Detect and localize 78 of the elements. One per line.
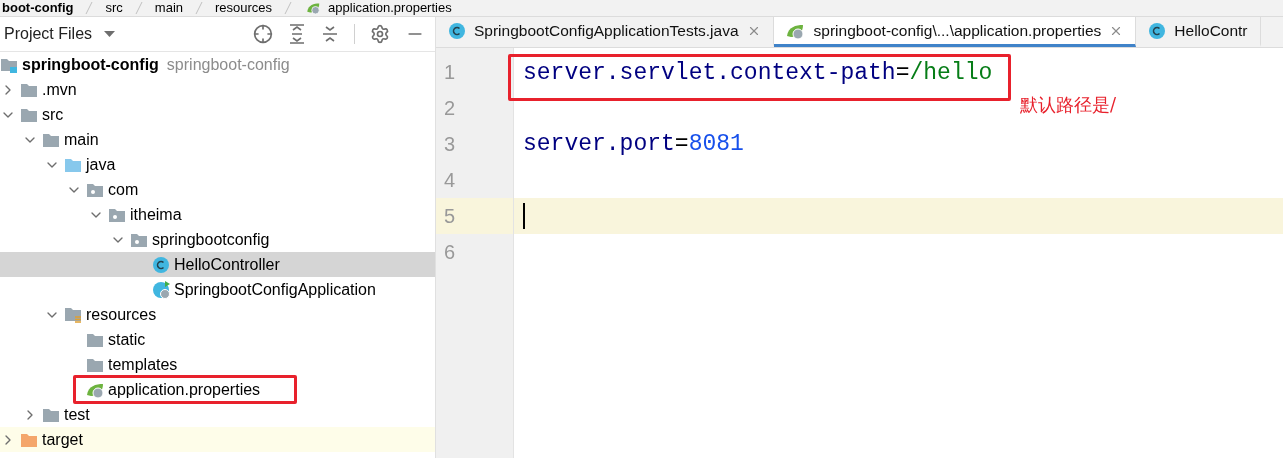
code-line: server.servlet.context-path=/hello xyxy=(523,59,993,87)
separator-icon xyxy=(85,2,94,14)
tree-item[interactable]: .mvn xyxy=(0,77,435,102)
breadcrumb-item[interactable]: main xyxy=(154,0,183,16)
line-number: 1 xyxy=(444,60,456,85)
tree-item-label: src xyxy=(42,104,64,125)
package-icon xyxy=(130,231,148,248)
line-number: 6 xyxy=(444,240,456,265)
tree-item[interactable]: src xyxy=(0,102,435,127)
class-icon xyxy=(448,21,466,40)
package-icon xyxy=(86,181,104,198)
tree-item[interactable]: application.properties xyxy=(0,377,435,402)
tree-item-label: springbootconfig xyxy=(152,229,270,250)
folder-icon xyxy=(42,131,60,148)
separator-icon xyxy=(195,2,203,14)
tree-item[interactable]: springboot-config springboot-config xyxy=(0,52,435,77)
tree-item-label: templates xyxy=(108,354,178,375)
tree-item[interactable]: java xyxy=(0,152,435,177)
tree-item-label: test xyxy=(64,404,90,425)
tree-item-label: target xyxy=(42,429,83,450)
line-number: 4 xyxy=(444,168,456,193)
code-line: server.port=8081 xyxy=(523,130,744,158)
separator-icon xyxy=(134,2,143,14)
module-hint: springboot-config xyxy=(166,54,290,75)
line-number: 5 xyxy=(444,204,456,229)
folder-icon xyxy=(20,106,38,123)
tree-item[interactable]: springbootconfig xyxy=(0,227,435,252)
tree-item-label: java xyxy=(86,154,116,175)
tree-item-label: com xyxy=(108,179,139,200)
spring-leaf-icon xyxy=(306,1,322,15)
tree-item[interactable]: test xyxy=(0,402,435,427)
folder-icon xyxy=(86,331,104,348)
dropdown-caret-icon xyxy=(104,31,116,37)
settings-icon[interactable] xyxy=(370,24,390,44)
breadcrumb-item[interactable]: boot-config xyxy=(2,0,74,16)
annotation-note: 默认路径是/ xyxy=(1020,93,1117,117)
line-number: 2 xyxy=(444,96,456,121)
editor-tab[interactable]: SpringbootConfigApplicationTests.java xyxy=(436,17,774,47)
tree-item-label: application.properties xyxy=(108,379,261,400)
class-icon xyxy=(152,255,170,274)
tree-item[interactable]: HelloController xyxy=(0,252,435,277)
breadcrumb-item[interactable]: application.properties xyxy=(304,0,452,16)
tree-item-label: resources xyxy=(86,304,157,325)
resources-folder-icon xyxy=(64,305,82,324)
separator-icon xyxy=(284,2,293,14)
tree-item-label: itheima xyxy=(130,204,182,225)
tree-item[interactable]: com xyxy=(0,177,435,202)
breadcrumb-item[interactable]: src xyxy=(105,0,123,16)
collapse-all-icon[interactable] xyxy=(321,24,339,44)
tree-item[interactable]: templates xyxy=(0,352,435,377)
breadcrumb-item[interactable]: resources xyxy=(215,0,273,16)
tree-item[interactable]: static xyxy=(0,327,435,352)
folder-icon xyxy=(86,356,104,373)
tree-item-label: HelloController xyxy=(174,254,280,275)
tree-item-label: static xyxy=(108,329,146,350)
folder-icon xyxy=(42,406,60,423)
line-number: 3 xyxy=(444,132,456,157)
tree-item[interactable]: resources xyxy=(0,302,435,327)
tree-item-label: springboot-config xyxy=(22,54,159,75)
tree-item-label: .mvn xyxy=(42,79,77,100)
tree-item[interactable]: main xyxy=(0,127,435,152)
text-caret xyxy=(523,203,525,229)
tree-item-label: SpringbootConfigApplication xyxy=(174,279,376,300)
folder-icon xyxy=(64,156,82,173)
tree-item[interactable]: itheima xyxy=(0,202,435,227)
tree-item[interactable]: target xyxy=(0,427,435,452)
class-icon xyxy=(1148,21,1167,40)
folder-icon xyxy=(20,81,38,98)
spring-class-icon xyxy=(152,279,172,300)
tree-item[interactable]: SpringbootConfigApplication xyxy=(0,277,435,302)
expand-all-icon[interactable] xyxy=(288,24,306,44)
package-icon xyxy=(108,206,126,223)
folder-icon xyxy=(20,431,38,448)
tree-item-label: main xyxy=(64,129,99,150)
editor-tab[interactable]: HelloContr xyxy=(1136,17,1261,47)
locate-icon[interactable] xyxy=(253,24,273,44)
editor-tab[interactable]: springboot-config\...\application.properties xyxy=(773,17,1137,47)
view-selector[interactable]: Project Files xyxy=(4,22,116,46)
